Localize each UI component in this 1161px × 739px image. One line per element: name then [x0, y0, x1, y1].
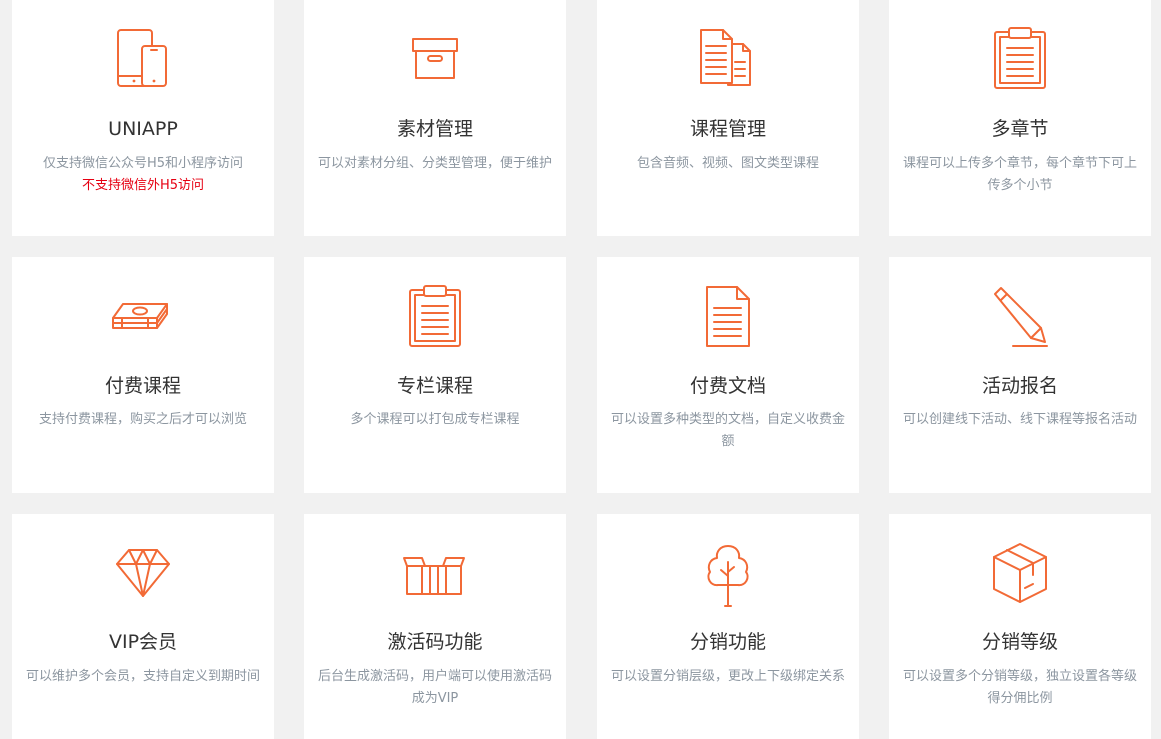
feature-title: 课程管理	[689, 118, 766, 140]
clipboard-list-icon	[400, 282, 470, 352]
pencil-icon	[985, 282, 1055, 352]
feature-card-chapters[interactable]: 多章节 课程可以上传多个章节，每个章节下可上传多个小节	[889, 0, 1151, 236]
feature-desc: 仅支持微信公众号H5和小程序访问 不支持微信外H5访问	[22, 153, 264, 197]
feature-grid: UNIAPP 仅支持微信公众号H5和小程序访问 不支持微信外H5访问 素材管理 …	[0, 0, 1161, 739]
archive-box-icon	[400, 24, 470, 94]
feature-title: 多章节	[991, 118, 1049, 140]
feature-title: 活动报名	[981, 375, 1058, 397]
feature-title: 素材管理	[396, 118, 473, 140]
feature-title: VIP会员	[108, 631, 178, 653]
feature-title: 专栏课程	[396, 375, 473, 397]
feature-card-column-course[interactable]: 专栏课程 多个课程可以打包成专栏课程	[304, 257, 566, 493]
document-icon	[693, 282, 763, 352]
feature-title: 分销功能	[689, 631, 766, 653]
cube-box-icon	[985, 540, 1055, 610]
feature-desc: 可以设置分销层级，更改上下级绑定关系	[610, 669, 845, 684]
feature-card-vip[interactable]: VIP会员 可以维护多个会员，支持自定义到期时间	[12, 514, 274, 739]
feature-desc: 可以创建线下活动、线下课程等报名活动	[902, 412, 1137, 427]
feature-title: 分销等级	[981, 631, 1058, 653]
money-stack-icon	[108, 282, 178, 352]
feature-desc: 后台生成激活码，用户端可以使用激活码成为VIP	[317, 669, 552, 706]
feature-card-event-signup[interactable]: 活动报名 可以创建线下活动、线下课程等报名活动	[889, 257, 1151, 493]
documents-icon	[693, 24, 763, 94]
feature-card-uniapp[interactable]: UNIAPP 仅支持微信公众号H5和小程序访问 不支持微信外H5访问	[12, 0, 274, 236]
feature-card-distribution-level[interactable]: 分销等级 可以设置多个分销等级，独立设置各等级得分佣比例	[889, 514, 1151, 739]
devices-icon	[108, 24, 178, 94]
feature-card-paid-doc[interactable]: 付费文档 可以设置多种类型的文档，自定义收费金额	[597, 257, 859, 493]
open-box-icon	[400, 540, 470, 610]
feature-title: 付费文档	[689, 375, 766, 397]
feature-title: 激活码功能	[387, 631, 483, 653]
feature-card-material[interactable]: 素材管理 可以对素材分组、分类型管理，便于维护	[304, 0, 566, 236]
feature-title: UNIAPP	[108, 118, 178, 140]
feature-desc: 可以对素材分组、分类型管理，便于维护	[317, 156, 552, 171]
feature-desc: 可以维护多个会员，支持自定义到期时间	[25, 669, 260, 684]
tree-icon	[693, 540, 763, 610]
feature-card-activation-code[interactable]: 激活码功能 后台生成激活码，用户端可以使用激活码成为VIP	[304, 514, 566, 739]
feature-desc: 多个课程可以打包成专栏课程	[350, 412, 520, 427]
feature-desc: 课程可以上传多个章节，每个章节下可上传多个小节	[902, 156, 1137, 193]
feature-card-course-manage[interactable]: 课程管理 包含音频、视频、图文类型课程	[597, 0, 859, 236]
feature-desc: 可以设置多种类型的文档，自定义收费金额	[610, 412, 845, 449]
feature-desc: 支持付费课程，购买之后才可以浏览	[38, 412, 247, 427]
clipboard-icon	[985, 24, 1055, 94]
diamond-icon	[108, 540, 178, 610]
feature-desc-text: 仅支持微信公众号H5和小程序访问	[42, 156, 244, 171]
feature-card-distribution[interactable]: 分销功能 可以设置分销层级，更改上下级绑定关系	[597, 514, 859, 739]
feature-desc: 包含音频、视频、图文类型课程	[636, 156, 819, 171]
feature-title: 付费课程	[104, 375, 181, 397]
feature-warning-text: 不支持微信外H5访问	[81, 178, 205, 193]
feature-desc: 可以设置多个分销等级，独立设置各等级得分佣比例	[902, 669, 1137, 706]
feature-card-paid-course[interactable]: 付费课程 支持付费课程，购买之后才可以浏览	[12, 257, 274, 493]
